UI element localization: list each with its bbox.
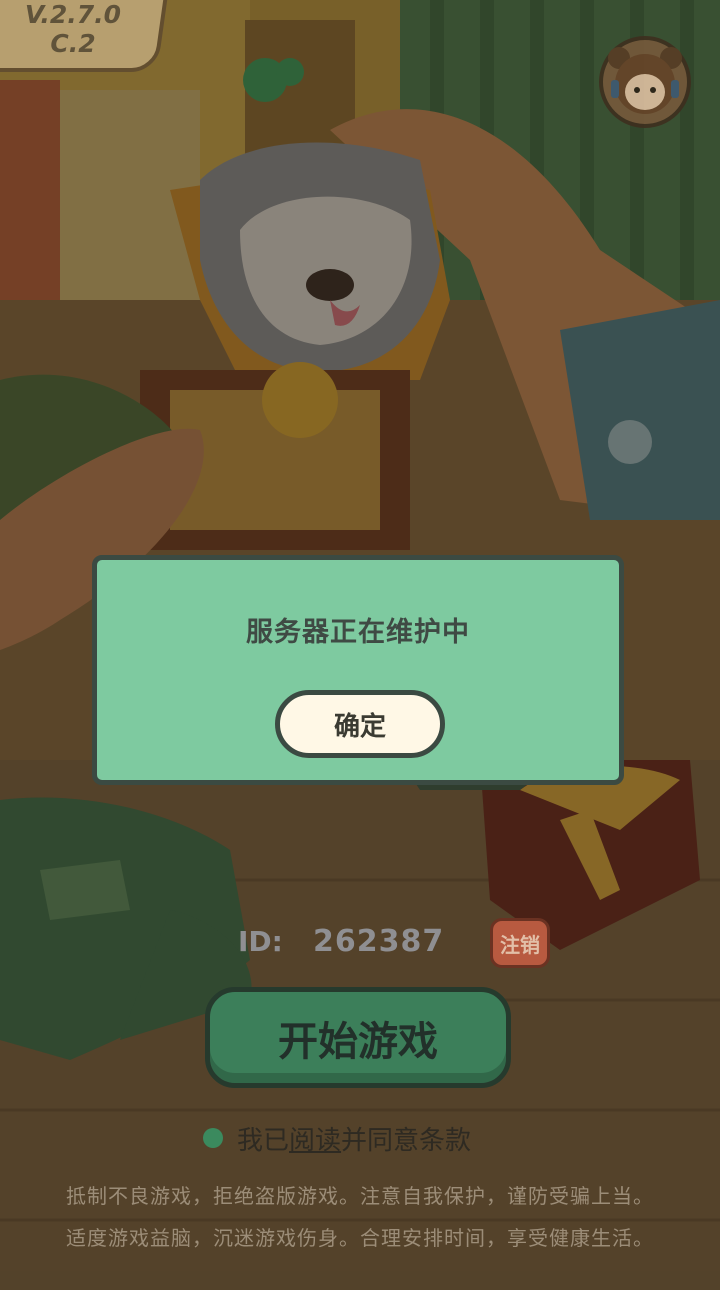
- health-notice-line-2: 适度游戏益脑，沉迷游戏伤身。合理安排时间，享受健康生活。: [66, 1226, 654, 1250]
- agreement-checkbox[interactable]: [203, 1128, 223, 1148]
- agreement-row: 我已 阅读 并同意条款: [203, 1120, 471, 1156]
- customer-service-avatar-icon[interactable]: [599, 36, 691, 128]
- version-channel: C.2: [50, 29, 96, 58]
- maintenance-message: 服务器正在维护中: [246, 617, 470, 648]
- agreement-suffix: 并同意条款: [341, 1125, 472, 1156]
- agreement-read-link[interactable]: 阅读: [289, 1120, 341, 1157]
- confirm-button[interactable]: 确定: [275, 690, 445, 758]
- avatar-face-icon: [608, 47, 682, 114]
- account-id-label: ID:: [238, 925, 283, 958]
- health-notice-line-1: 抵制不良游戏，拒绝盗版游戏。注意自我保护，谨防受骗上当。: [66, 1184, 654, 1208]
- agreement-prefix: 我已: [237, 1125, 290, 1156]
- version-label: V.2.7.0 C.2: [18, 0, 128, 58]
- start-game-button[interactable]: 开始游戏: [205, 987, 511, 1088]
- logout-button[interactable]: 注销: [490, 918, 550, 968]
- account-id-value: 262387: [313, 924, 445, 959]
- version-number: V.2.7.0: [24, 0, 122, 29]
- maintenance-dialog: 服务器正在维护中 确定: [92, 555, 624, 785]
